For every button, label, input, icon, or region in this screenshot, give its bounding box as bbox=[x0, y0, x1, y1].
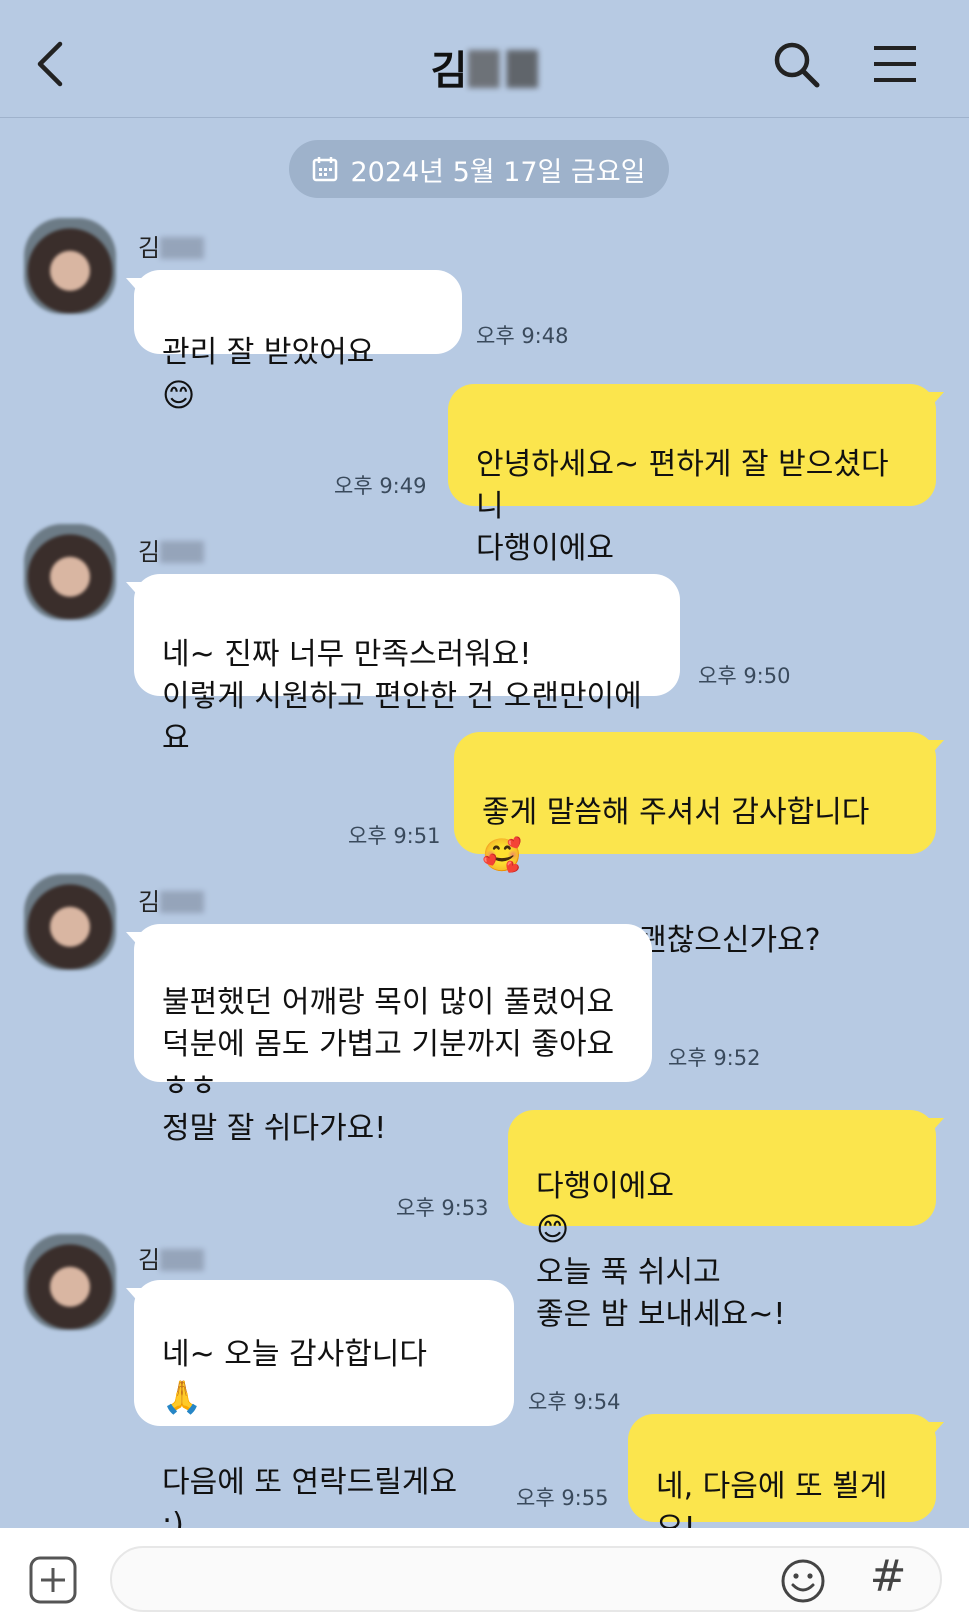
plus-square-icon bbox=[29, 1556, 77, 1604]
search-icon bbox=[774, 42, 820, 88]
message-bubble-outgoing[interactable]: 네, 다음에 또 뵐게요! 편안한 밤 되세요 😊 bbox=[628, 1414, 944, 1624]
chat-title-text: 김 bbox=[430, 48, 469, 94]
chat-title: 김 bbox=[0, 38, 969, 96]
sender-name: 김 bbox=[138, 228, 205, 263]
message-text: 안녕하세요~ 편하게 잘 받으셨다니 다행이에요 bbox=[476, 447, 889, 566]
message-bubble-outgoing[interactable]: 다행이에요 😊 오늘 푹 쉬시고 좋은 밤 보내세요~! bbox=[508, 1110, 944, 1332]
message-bubble-incoming[interactable]: 네~ 진짜 너무 만족스러워요! 이렇게 시원하고 편안한 건 오랜만이에요 bbox=[126, 574, 680, 756]
smiling-face-emoji: 😊 bbox=[536, 1210, 570, 1248]
input-bar: # bbox=[0, 1528, 969, 1624]
blurred-name bbox=[468, 50, 539, 88]
avatar[interactable] bbox=[24, 218, 116, 314]
message-bubble-incoming[interactable]: 네~ 오늘 감사합니다 🙏 다음에 또 연락드릴게요 :) 정말 만족했어요! bbox=[126, 1280, 514, 1584]
avatar[interactable] bbox=[24, 1234, 116, 1330]
avatar[interactable] bbox=[24, 874, 116, 970]
emoji-button[interactable] bbox=[780, 1558, 826, 1604]
sender-name: 김 bbox=[138, 1240, 205, 1275]
message-bubble-incoming[interactable]: 관리 잘 받았어요 😊 bbox=[126, 270, 462, 414]
calendar-icon bbox=[313, 157, 338, 182]
avatar[interactable] bbox=[24, 524, 116, 620]
menu-button[interactable] bbox=[872, 44, 918, 84]
sender-name: 김 bbox=[138, 532, 205, 567]
message-time: 오후 9:52 bbox=[668, 1046, 761, 1070]
smiley-icon bbox=[781, 1559, 825, 1603]
date-label: 2024년 5월 17일 금요일 bbox=[350, 156, 646, 188]
message-time: 오후 9:55 bbox=[516, 1486, 609, 1510]
message-bubble-incoming[interactable]: 불편했던 어깨랑 목이 많이 풀렸어요 덕분에 몸도 가볍고 기분까지 좋아요 … bbox=[126, 924, 652, 1146]
smiling-face-emoji: 😊 bbox=[162, 376, 196, 414]
message-time: 오후 9:54 bbox=[528, 1390, 621, 1414]
message-text: 다행이에요 bbox=[536, 1169, 674, 1204]
message-text: 관리 잘 받았어요 bbox=[162, 335, 375, 370]
message-time: 오후 9:50 bbox=[698, 664, 791, 688]
date-divider: 2024년 5월 17일 금요일 bbox=[289, 140, 669, 198]
message-time: 오후 9:51 bbox=[348, 824, 441, 848]
hashtag-button[interactable]: # bbox=[868, 1552, 908, 1602]
search-button[interactable] bbox=[772, 40, 822, 90]
message-text-continued: 오늘 푹 쉬시고 좋은 밤 보내세요~! bbox=[536, 1255, 786, 1332]
message-bubble-outgoing[interactable]: 좋게 말씀해 주셔서 감사합니다 🥰 불편한 곳은 괜찮으신가요? bbox=[454, 732, 944, 958]
message-bubble-outgoing[interactable]: 안녕하세요~ 편하게 잘 받으셨다니 다행이에요 😊 bbox=[448, 384, 944, 610]
smiling-face-with-hearts-emoji: 🥰 bbox=[482, 836, 522, 874]
message-text: 좋게 말씀해 주셔서 감사합니다 bbox=[482, 795, 870, 830]
chat-header: 김 bbox=[0, 0, 969, 118]
attach-button[interactable] bbox=[28, 1555, 78, 1605]
message-time: 오후 9:53 bbox=[396, 1196, 489, 1220]
message-text: 네~ 오늘 감사합니다 bbox=[162, 1337, 428, 1372]
sender-name: 김 bbox=[138, 882, 205, 917]
hamburger-menu-icon bbox=[874, 46, 916, 82]
folded-hands-emoji: 🙏 bbox=[162, 1378, 202, 1416]
message-time: 오후 9:48 bbox=[476, 324, 569, 348]
message-time: 오후 9:49 bbox=[334, 474, 427, 498]
